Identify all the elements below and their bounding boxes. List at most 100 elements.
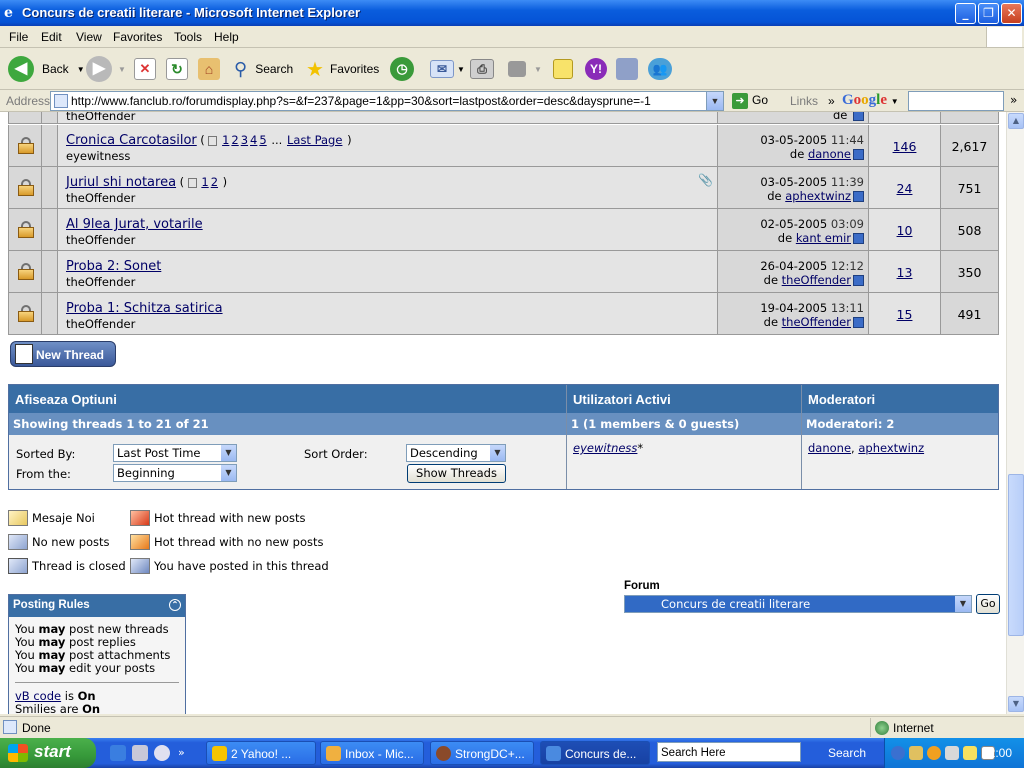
- replies-link[interactable]: 15: [897, 307, 913, 322]
- tray-clock-icon[interactable]: [927, 746, 941, 760]
- messenger-button[interactable]: Y!: [585, 54, 607, 84]
- last-poster-link[interactable]: theOffender: [782, 273, 851, 287]
- tray-network-icon[interactable]: [945, 746, 959, 760]
- menu-view[interactable]: View: [76, 30, 102, 44]
- page-link[interactable]: 4: [250, 133, 257, 147]
- google-logo[interactable]: Google ▼: [842, 92, 899, 109]
- replies-link[interactable]: 13: [897, 265, 913, 280]
- forum-jump-go-button[interactable]: Go: [976, 594, 1000, 614]
- task-yahoo[interactable]: 2 Yahoo! ...: [206, 741, 316, 765]
- favorites-button[interactable]: ★ Favorites: [306, 54, 379, 84]
- last-page-link[interactable]: Last Page: [287, 133, 342, 147]
- from-select[interactable]: Beginning ▼: [113, 464, 237, 482]
- new-thread-button[interactable]: New Thread: [10, 341, 116, 367]
- last-post-by: de: [767, 189, 782, 203]
- title-bar[interactable]: e Concurs de creatii literare - Microsof…: [0, 0, 1024, 26]
- thread-icon-cell: [42, 293, 58, 334]
- google-search-input[interactable]: [908, 91, 1004, 111]
- last-poster-link[interactable]: theOffender: [782, 315, 851, 329]
- minimize-button[interactable]: _: [955, 3, 976, 24]
- go-to-last-post-icon[interactable]: [853, 191, 864, 202]
- menu-file[interactable]: File: [9, 30, 28, 44]
- star-icon: ★: [306, 58, 324, 81]
- go-to-last-post-icon[interactable]: [853, 317, 864, 328]
- quicklaunch-chevron-icon[interactable]: »: [178, 746, 185, 759]
- collapse-icon[interactable]: ⌃: [169, 599, 181, 611]
- address-dropdown-button[interactable]: ▼: [706, 92, 723, 110]
- taskbar-search-button[interactable]: Search: [828, 746, 866, 760]
- menu-tools[interactable]: Tools: [174, 30, 202, 44]
- scroll-up-button[interactable]: ▲: [1008, 113, 1024, 129]
- strongdc-icon: [436, 746, 451, 761]
- menu-help[interactable]: Help: [214, 30, 239, 44]
- close-button[interactable]: ✕: [1001, 3, 1022, 24]
- thread-title-link[interactable]: Al 9lea Jurat, votarile: [66, 217, 203, 232]
- taskbar-search-input[interactable]: [657, 742, 801, 762]
- tray-back-icon[interactable]: [891, 746, 905, 760]
- moderator-link[interactable]: danone: [808, 441, 851, 455]
- go-to-last-post-icon[interactable]: [853, 149, 864, 160]
- edit-button[interactable]: ▼: [508, 54, 542, 84]
- go-to-last-post-icon[interactable]: [853, 275, 864, 286]
- search-button[interactable]: ⚲ Search: [234, 54, 293, 84]
- tray-mail-icon[interactable]: [909, 746, 923, 760]
- show-threads-button[interactable]: Show Threads: [407, 464, 506, 483]
- scroll-thumb[interactable]: [1008, 474, 1024, 636]
- window-title: Concurs de creatii literare - Microsoft …: [22, 5, 361, 20]
- replies-link[interactable]: 24: [897, 181, 913, 196]
- thread-author: theOffender: [66, 233, 136, 247]
- address-input[interactable]: http://www.fanclub.ro/forumdisplay.php?s…: [50, 91, 724, 111]
- last-poster-link[interactable]: aphextwinz: [785, 189, 851, 203]
- ie-quicklaunch-icon[interactable]: [110, 745, 126, 761]
- vb-code-link[interactable]: vB code: [15, 689, 61, 703]
- page-link[interactable]: 1: [201, 175, 208, 189]
- thread-title-link[interactable]: Juriul shi notarea: [66, 175, 176, 190]
- go-button[interactable]: ➜ Go: [732, 93, 768, 109]
- stop-button[interactable]: ✕: [134, 54, 156, 84]
- thread-title-link[interactable]: Cronica Carcotasilor: [66, 133, 197, 148]
- back-button[interactable]: ◀ Back ▼: [8, 54, 85, 84]
- page-link[interactable]: 2: [211, 175, 218, 189]
- sort-order-select[interactable]: Descending ▼: [406, 444, 506, 462]
- sorted-by-select[interactable]: Last Post Time ▼: [113, 444, 237, 462]
- forward-button[interactable]: ▶ ▼: [86, 54, 126, 84]
- vertical-scrollbar[interactable]: ▲ ▼: [1006, 112, 1024, 714]
- print-button[interactable]: ⎙: [470, 54, 494, 84]
- home-button[interactable]: ⌂: [198, 54, 220, 84]
- thread-title-cell: Proba 1: Schitza satirica theOffender: [58, 293, 718, 334]
- history-button[interactable]: ◷: [390, 54, 414, 84]
- thread-title-link[interactable]: Proba 2: Sonet: [66, 259, 161, 274]
- active-user-link[interactable]: eyewitness: [573, 441, 637, 455]
- notes-button[interactable]: [553, 54, 573, 84]
- page-link[interactable]: 1: [222, 133, 229, 147]
- last-poster-link[interactable]: danone: [808, 147, 851, 161]
- task-concurs[interactable]: Concurs de...: [540, 741, 650, 765]
- thread-author: theOffender: [66, 191, 136, 205]
- replies-link[interactable]: 10: [897, 223, 913, 238]
- explorer-quicklaunch-icon[interactable]: [132, 745, 148, 761]
- page-link[interactable]: 3: [241, 133, 248, 147]
- scroll-down-button[interactable]: ▼: [1008, 696, 1024, 712]
- tray-app-icon[interactable]: [963, 746, 977, 760]
- last-poster-link[interactable]: kant emir: [796, 231, 851, 245]
- refresh-button[interactable]: ↻: [166, 54, 188, 84]
- start-button[interactable]: start: [0, 738, 96, 768]
- forum-jump-select[interactable]: Concurs de creatii literare ▼: [624, 595, 972, 613]
- chevron-right-icon[interactable]: »: [1010, 93, 1017, 107]
- media-player-quicklaunch-icon[interactable]: [154, 745, 170, 761]
- links-toolbar[interactable]: Links »: [790, 94, 835, 108]
- page-link[interactable]: 2: [231, 133, 238, 147]
- go-to-last-post-icon[interactable]: [853, 233, 864, 244]
- menu-edit[interactable]: Edit: [41, 30, 62, 44]
- task-inbox[interactable]: Inbox - Mic...: [320, 741, 424, 765]
- maximize-button[interactable]: ❐: [978, 3, 999, 24]
- research-button[interactable]: [616, 54, 638, 84]
- moderator-link[interactable]: aphextwinz: [858, 441, 924, 455]
- mail-button[interactable]: ✉ ▼: [430, 54, 465, 84]
- thread-title-link[interactable]: Proba 1: Schitza satirica: [66, 301, 223, 316]
- task-strongdc[interactable]: StrongDC+...: [430, 741, 534, 765]
- replies-link[interactable]: 146: [893, 139, 917, 154]
- menu-favorites[interactable]: Favorites: [113, 30, 162, 44]
- msn-messenger-button[interactable]: 👥: [648, 54, 672, 84]
- page-link[interactable]: 5: [259, 133, 266, 147]
